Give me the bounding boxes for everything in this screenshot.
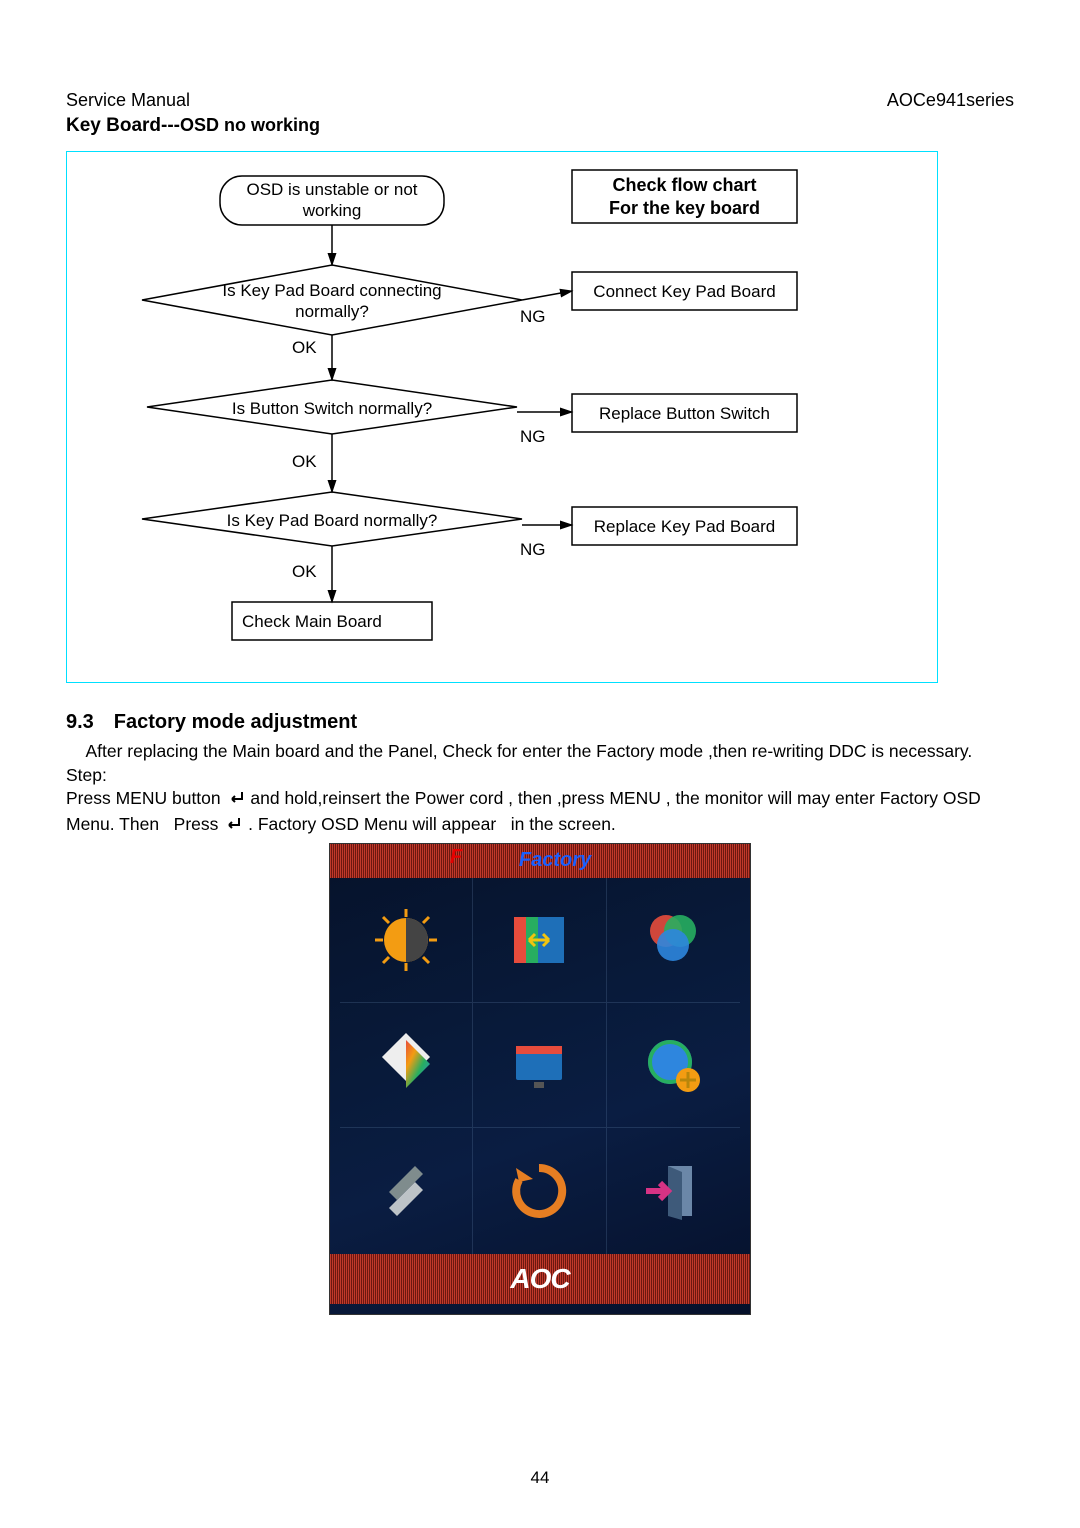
action-3: Replace Key Pad Board	[572, 516, 797, 537]
action-2: Replace Button Switch	[572, 403, 797, 424]
aoc-logo: AOC	[510, 1263, 569, 1295]
exit-icon	[607, 1128, 740, 1253]
osd-bottom-bar: AOC	[330, 1254, 750, 1304]
color-icon	[607, 878, 740, 1003]
osd-factory-label: Factory	[519, 849, 591, 872]
action-1: Connect Key Pad Board	[572, 281, 797, 302]
ok-label-1: OK	[292, 338, 317, 358]
extra-icon	[607, 1003, 740, 1128]
keyboard-section-title: Key Board---OSD no working	[66, 115, 1014, 137]
decision-1: Is Key Pad Board connecting normally?	[162, 280, 502, 323]
ng-label-1: NG	[520, 307, 546, 327]
header-right: AOCe941series	[887, 90, 1014, 111]
enter-icon	[223, 815, 243, 839]
osd-f-label: F	[450, 846, 462, 869]
ng-label-3: NG	[520, 540, 546, 560]
ng-label-2: NG	[520, 427, 546, 447]
ok-label-3: OK	[292, 562, 317, 582]
osd-setup-icon	[473, 1003, 606, 1128]
ok-label-2: OK	[292, 452, 317, 472]
reset-icon	[473, 1128, 606, 1253]
section-93-heading: 9.3 Factory mode adjustment	[66, 711, 1014, 734]
start-node: OSD is unstable or not working	[220, 179, 444, 222]
tools-icon	[340, 1128, 473, 1253]
end-node: Check Main Board	[232, 611, 442, 632]
header-left: Service Manual	[66, 90, 190, 111]
decision-2: Is Button Switch normally?	[162, 398, 502, 419]
osd-top-bar: F Factory	[330, 844, 750, 878]
image-setup-icon	[473, 878, 606, 1003]
osd-icon-grid	[330, 878, 750, 1254]
factory-osd-photo: F Factory	[329, 843, 751, 1315]
page-number: 44	[0, 1468, 1080, 1488]
picture-boost-icon	[340, 1003, 473, 1128]
brightness-icon	[340, 878, 473, 1003]
enter-icon	[226, 789, 246, 813]
flowchart-container: Check flow chart For the key board OSD i…	[66, 151, 938, 683]
decision-3: Is Key Pad Board normally?	[152, 510, 512, 531]
flowchart-title: Check flow chart For the key board	[572, 174, 797, 221]
section-93-body: After replacing the Main board and the P…	[66, 740, 1014, 839]
